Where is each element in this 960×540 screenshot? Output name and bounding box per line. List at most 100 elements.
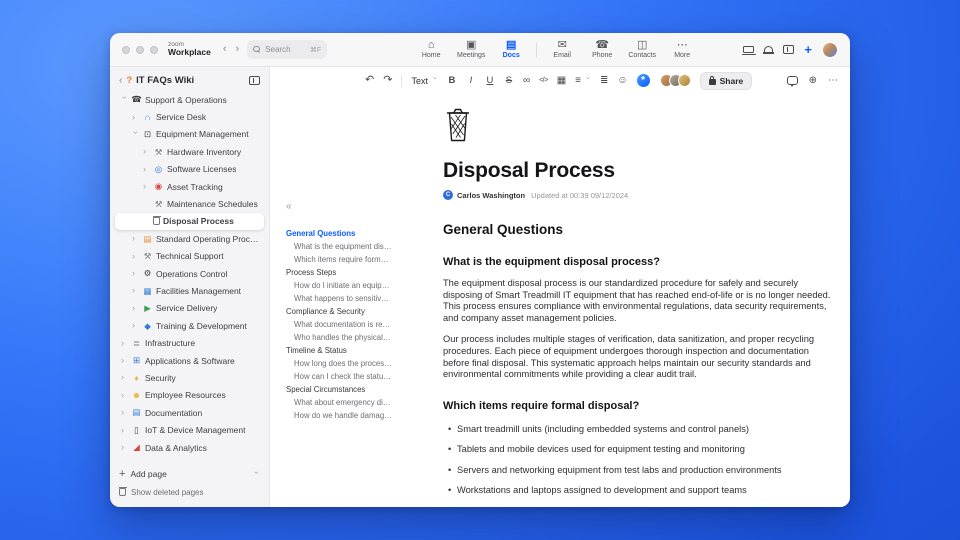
traffic-light-zoom[interactable] (150, 45, 158, 54)
sidebar-page-hardware-inventory[interactable]: › ⚒ Hardware Inventory (115, 143, 264, 160)
sidebar-page-technical-support[interactable]: › ⚒ Technical Support (115, 248, 264, 265)
sidebar-page-training-development[interactable]: › ◆ Training & Development (115, 317, 264, 334)
sidebar-page-service-desk[interactable]: › ∩ Service Desk (115, 108, 264, 125)
sidebar-page-security[interactable]: › ♦ Security (115, 369, 264, 386)
toc-item-what-is-the-equipment-disp[interactable]: What is the equipment disp... (286, 240, 392, 253)
sidebar-collapse-icon[interactable] (249, 76, 260, 85)
toc-item-how-do-i-initiate-an-equipm[interactable]: How do I initiate an equipm... (286, 279, 392, 292)
text-style-dropdown[interactable]: Text › (411, 76, 438, 86)
sidebar-page-service-delivery[interactable]: › ▶ Service Delivery (115, 300, 264, 317)
doc-subheading[interactable]: What is the equipment disposal process? (443, 256, 835, 268)
chevron-right-icon[interactable]: › (143, 182, 150, 191)
more-icon[interactable]: ⋯ (828, 75, 838, 86)
traffic-light-minimize[interactable] (136, 45, 144, 54)
toc-item-how-long-does-the-process[interactable]: How long does the process ... (286, 357, 392, 370)
toc-item-what-about-emergency-dis[interactable]: What about emergency dis... (286, 396, 392, 409)
bold-button[interactable]: B (447, 76, 457, 86)
doc-bullet[interactable]: Smart treadmill units (including embedde… (448, 424, 835, 434)
toc-item-who-handles-the-physical-di[interactable]: Who handles the physical di... (286, 331, 392, 344)
toc-item-general-questions[interactable]: General Questions (286, 227, 392, 240)
toc-item-how-do-we-handle-damage[interactable]: How do we handle damage... (286, 409, 392, 422)
code-icon[interactable]: </> (539, 77, 548, 84)
chevron-down-icon[interactable]: › (120, 96, 130, 103)
doc-canvas[interactable]: Disposal Process C Carlos Washington Upd… (443, 108, 835, 506)
bell-icon[interactable] (763, 45, 775, 54)
toc-item-compliance-security[interactable]: Compliance & Security (286, 305, 392, 318)
align-dropdown[interactable]: ≡ › (575, 75, 591, 86)
sidebar-page-asset-tracking[interactable]: › ◉ Asset Tracking (115, 178, 264, 195)
chevron-right-icon[interactable]: › (121, 356, 128, 365)
sidebar-page-operations-control[interactable]: › ⚙ Operations Control (115, 265, 264, 282)
chevron-right-icon[interactable]: › (121, 408, 128, 417)
codeblock-icon[interactable]: ▦ (557, 75, 566, 86)
search-input[interactable]: Search ⌘F (247, 40, 328, 59)
ai-companion-icon[interactable]: + (804, 43, 812, 56)
sidebar-page-standard-operating-procedures[interactable]: › ▤ Standard Operating Procedures (115, 230, 264, 247)
doc-bullet[interactable]: Servers and networking equipment from te… (448, 465, 835, 475)
toc-item-how-can-i-check-the-status[interactable]: How can I check the status ... (286, 370, 392, 383)
doc-paragraph[interactable]: Our process includes multiple stages of … (443, 334, 835, 380)
sidebar-back-icon[interactable]: ‹ (119, 75, 122, 86)
nav-tab-contacts[interactable]: ◫ Contacts (622, 40, 662, 60)
sidebar-page-disposal-process[interactable]: Disposal Process (115, 212, 264, 231)
collaborator-avatar[interactable] (677, 74, 691, 87)
toc-item-which-items-require-formal[interactable]: Which items require formal ... (286, 253, 392, 266)
chevron-right-icon[interactable]: › (132, 286, 139, 295)
italic-button[interactable]: I (466, 76, 476, 86)
doc-title[interactable]: Disposal Process (443, 159, 835, 183)
toc-item-special-circumstances[interactable]: Special Circumstances (286, 383, 392, 396)
chevron-right-icon[interactable]: › (121, 373, 128, 382)
nav-tab-meetings[interactable]: ▣ Meetings (451, 40, 491, 60)
toc-collapse-icon[interactable]: « (286, 202, 292, 212)
redo-icon[interactable]: ↷ (383, 75, 392, 86)
toc-item-timeline-status[interactable]: Timeline & Status (286, 344, 392, 357)
user-avatar[interactable] (822, 41, 838, 58)
sidebar-page-maintenance-schedules[interactable]: ⚒ Maintenance Schedules (115, 195, 264, 212)
globe-icon[interactable]: ⊕ (809, 75, 817, 86)
ai-companion-button[interactable]: * (636, 74, 650, 87)
toc-item-process-steps[interactable]: Process Steps (286, 266, 392, 279)
chevron-right-icon[interactable]: › (121, 443, 128, 452)
doc-heading[interactable]: General Questions (443, 222, 835, 237)
doc-paragraph[interactable]: The equipment disposal process is our st… (443, 278, 835, 324)
link-icon[interactable]: ∞ (523, 75, 530, 86)
chevron-right-icon[interactable]: › (132, 112, 139, 122)
chevron-down-icon[interactable]: › (131, 131, 141, 138)
chevron-right-icon[interactable]: › (132, 321, 139, 330)
collaborator-avatars[interactable] (659, 74, 691, 87)
chevron-right-icon[interactable]: › (121, 425, 128, 435)
toc-item-what-documentation-is-req[interactable]: What documentation is req... (286, 318, 392, 331)
chevron-right-icon[interactable]: › (132, 234, 139, 243)
comment-icon[interactable] (786, 76, 798, 87)
nav-tab-phone[interactable]: ☎ Phone (582, 40, 622, 60)
doc-bullet[interactable]: Workstations and laptops assigned to dev… (448, 485, 835, 495)
nav-tab-home[interactable]: ⌂ Home (411, 40, 451, 60)
add-page-button[interactable]: + Add page › (119, 465, 262, 483)
undo-icon[interactable]: ↶ (365, 75, 374, 86)
laptop-icon[interactable] (741, 46, 756, 55)
list-icon[interactable]: ≣ (600, 75, 608, 86)
forward-icon[interactable]: › (236, 44, 240, 55)
traffic-light-close[interactable] (122, 45, 130, 54)
emoji-icon[interactable]: ☺ (617, 75, 627, 86)
strikethrough-button[interactable]: S (504, 76, 514, 86)
chevron-right-icon[interactable]: › (121, 390, 128, 400)
nav-tab-email[interactable]: ✉ Email (542, 40, 582, 60)
chevron-right-icon[interactable]: › (132, 269, 139, 278)
sidebar-page-data-analytics[interactable]: › ◢ Data & Analytics (115, 439, 264, 456)
chevron-right-icon[interactable]: › (132, 251, 139, 261)
chevron-right-icon[interactable]: › (132, 303, 139, 313)
chevron-right-icon[interactable]: › (143, 164, 150, 174)
sidebar-page-applications-software[interactable]: › ⊞ Applications & Software (115, 352, 264, 369)
show-deleted-pages-button[interactable]: Show deleted pages (118, 483, 260, 501)
doc-bullet[interactable]: Tablets and mobile devices used for equi… (448, 444, 835, 454)
sidebar-page-employee-resources[interactable]: › ☻ Employee Resources (115, 387, 264, 404)
nav-tab-more[interactable]: ⋯ More (662, 40, 702, 60)
sidebar-page-documentation[interactable]: › ▤ Documentation (115, 404, 264, 421)
doc-subheading[interactable]: Which items require formal disposal? (443, 400, 835, 412)
underline-button[interactable]: U (485, 76, 495, 86)
sidebar-page-facilities-management[interactable]: › ▦ Facilities Management (115, 282, 264, 299)
panel-icon[interactable] (783, 45, 795, 54)
back-icon[interactable]: ‹ (223, 44, 227, 55)
sidebar-page-support-operations[interactable]: › ☎ Support & Operations (115, 91, 264, 108)
